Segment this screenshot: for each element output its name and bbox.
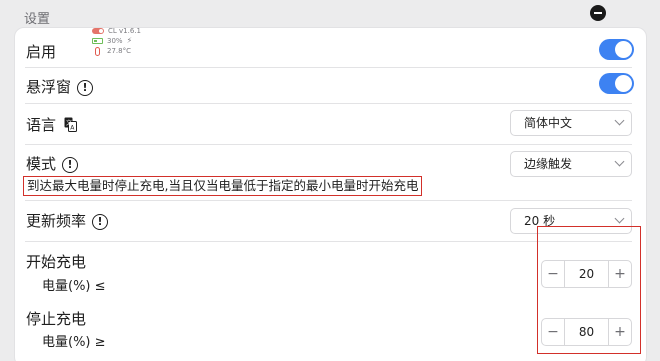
thermometer-icon xyxy=(95,46,100,56)
status-widget: CL v1.6.1 30% ⚡ 27.8°C xyxy=(92,26,141,56)
language-select-value: 简体中文 xyxy=(524,116,573,130)
mode-select[interactable]: 边缘触发 xyxy=(510,151,632,177)
mode-label: 模式! xyxy=(26,153,79,174)
chevron-down-icon xyxy=(614,213,625,224)
charging-plug-icon: ⚡ xyxy=(126,36,133,45)
language-label: 语言 文A xyxy=(26,114,78,135)
info-icon[interactable]: ! xyxy=(92,214,109,230)
language-label-text: 语言 xyxy=(26,116,57,134)
status-battery: 30% xyxy=(107,37,123,45)
info-icon[interactable]: ! xyxy=(77,80,94,96)
mode-hint-text: 到达最大电量时停止充电,当且仅当电量低于指定的最小电量时开始充电 xyxy=(23,176,423,196)
floating-window-toggle[interactable] xyxy=(599,73,634,94)
floating-window-label: 悬浮窗! xyxy=(26,76,94,97)
update-rate-label: 更新频率! xyxy=(26,210,109,231)
enable-label: 启用 xyxy=(26,43,57,61)
settings-panel: 启用 CL v1.6.1 30% ⚡ 27.8°C 悬浮窗! 语言 文A 简体中文… xyxy=(14,27,647,361)
chevron-down-icon xyxy=(614,156,625,167)
mode-select-value: 边缘触发 xyxy=(524,157,573,171)
chevron-down-icon xyxy=(614,115,625,126)
language-select[interactable]: 简体中文 xyxy=(510,110,632,136)
mode-label-text: 模式 xyxy=(26,155,57,173)
stop-charging-label: 停止充电 xyxy=(26,310,87,328)
stop-charging-sub-label: 电量(%) ≥ xyxy=(42,335,106,350)
settings-header-title: 设置 xyxy=(24,12,51,27)
battery-icon xyxy=(92,38,103,44)
start-charging-label: 开始充电 xyxy=(26,253,87,271)
translate-icon: 文A xyxy=(64,117,78,132)
floating-window-label-text: 悬浮窗 xyxy=(26,78,72,96)
enable-toggle[interactable] xyxy=(599,39,634,60)
charging-thresholds-highlight xyxy=(537,226,641,354)
status-toggle-icon xyxy=(92,28,104,34)
status-temperature: 27.8°C xyxy=(107,47,131,55)
status-version: CL v1.6.1 xyxy=(108,27,141,35)
info-icon[interactable]: ! xyxy=(62,157,79,173)
collapse-button[interactable] xyxy=(590,5,606,21)
update-rate-label-text: 更新频率 xyxy=(26,212,87,230)
start-charging-sub-label: 电量(%) ≤ xyxy=(42,279,106,294)
